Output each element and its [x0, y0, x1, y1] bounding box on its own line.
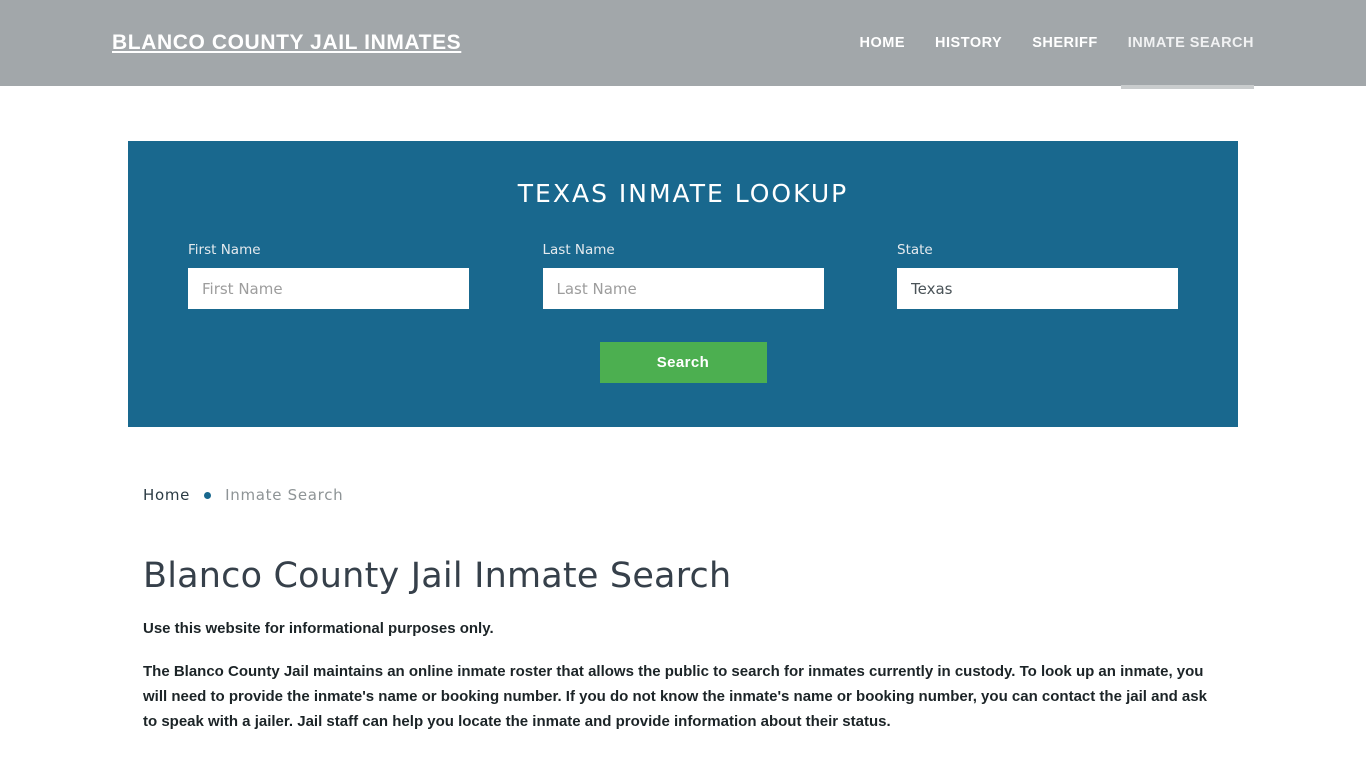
- main-navigation: HOME HISTORY SHERIFF INMATE SEARCH: [860, 0, 1254, 86]
- first-name-group: First Name: [188, 242, 469, 309]
- intro-paragraph: The Blanco County Jail maintains an onli…: [143, 663, 1207, 730]
- disclaimer-text: Use this website for informational purpo…: [143, 620, 494, 637]
- site-header: BLANCO COUNTY JAIL INMATES HOME HISTORY …: [0, 0, 1366, 89]
- breadcrumb: Home Inmate Search: [143, 486, 1223, 504]
- first-name-input[interactable]: [188, 268, 469, 309]
- nav-item-home[interactable]: HOME: [860, 0, 906, 86]
- state-group: State: [897, 242, 1178, 309]
- page-title: Blanco County Jail Inmate Search: [143, 556, 732, 596]
- breadcrumb-separator-dot-icon: [204, 491, 212, 499]
- last-name-input[interactable]: [542, 268, 824, 309]
- nav-item-sheriff[interactable]: SHERIFF: [1032, 0, 1098, 86]
- lookup-panel-title: TEXAS INMATE LOOKUP: [517, 179, 849, 208]
- breadcrumb-current-page: Inmate Search: [225, 486, 344, 504]
- last-name-label: Last Name: [542, 242, 615, 258]
- main-content: Home Inmate Search Blanco County Jail In…: [0, 486, 1366, 734]
- nav-item-history[interactable]: HISTORY: [935, 0, 1002, 86]
- breadcrumb-home-link[interactable]: Home: [143, 486, 190, 504]
- inmate-search-form: First Name Last Name State: [188, 242, 1178, 309]
- last-name-group: Last Name: [542, 242, 824, 309]
- nav-item-inmate-search[interactable]: INMATE SEARCH: [1128, 0, 1254, 86]
- site-brand-logo[interactable]: BLANCO COUNTY JAIL INMATES: [112, 31, 461, 55]
- state-label: State: [897, 242, 933, 258]
- first-name-label: First Name: [188, 242, 261, 258]
- nav-active-indicator: [1121, 85, 1254, 89]
- inmate-lookup-panel: TEXAS INMATE LOOKUP First Name Last Name…: [128, 141, 1238, 427]
- submit-row: Search: [188, 342, 1178, 383]
- search-button[interactable]: Search: [599, 342, 767, 383]
- state-input[interactable]: [897, 268, 1178, 309]
- hero-section: TEXAS INMATE LOOKUP First Name Last Name…: [0, 86, 1366, 427]
